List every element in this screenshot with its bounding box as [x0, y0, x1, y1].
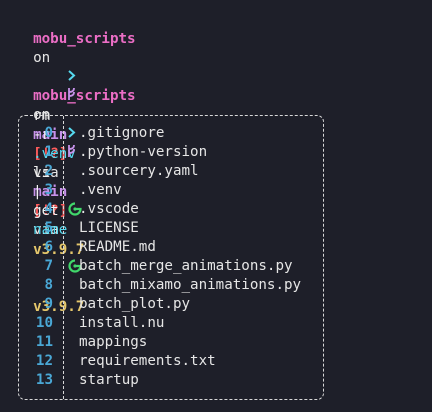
- table-row: 4 .vscode: [19, 200, 323, 219]
- table-row: 5 LICENSE: [19, 219, 323, 238]
- file-name: mappings: [79, 334, 148, 350]
- row-index: 10: [35, 315, 53, 331]
- row-index: 3: [44, 182, 53, 198]
- file-name: LICENSE: [79, 220, 139, 236]
- table-row: 7 batch_merge_animations.py: [19, 257, 323, 276]
- file-name: .gitignore: [79, 125, 165, 141]
- table-row: 12 requirements.txt: [19, 352, 323, 371]
- output-table: 0 .gitignore 1 .python-version 2 .sourcery.ya…: [18, 115, 324, 400]
- row-index: 0: [44, 125, 53, 141]
- file-name: .python-version: [79, 144, 208, 160]
- row-index: 9: [44, 296, 53, 312]
- table-row: 3 .venv: [19, 181, 323, 200]
- table-row: 13 startup: [19, 371, 323, 390]
- row-index: 12: [35, 353, 53, 369]
- table-row: 6 README.md: [19, 238, 323, 257]
- row-index: 2: [44, 163, 53, 179]
- table-row: 8 batch_mixamo_animations.py: [19, 276, 323, 295]
- row-index: 13: [35, 372, 53, 388]
- row-index: 1: [44, 144, 53, 160]
- file-name: install.nu: [79, 315, 165, 331]
- file-name: startup: [79, 372, 139, 388]
- table-row: 9 batch_plot.py: [19, 295, 323, 314]
- table-row: 11 mappings: [19, 333, 323, 352]
- row-index: 8: [44, 277, 53, 293]
- file-name: batch_merge_animations.py: [79, 258, 293, 274]
- row-index: 5: [44, 220, 53, 236]
- row-index: 4: [44, 201, 53, 217]
- file-name: batch_mixamo_animations.py: [79, 277, 302, 293]
- file-name: .vscode: [79, 201, 139, 217]
- file-name: requirements.txt: [79, 353, 216, 369]
- table-row: 10 install.nu: [19, 314, 323, 333]
- row-index: 11: [35, 334, 53, 350]
- file-name: .sourcery.yaml: [79, 163, 199, 179]
- file-name: batch_plot.py: [79, 296, 191, 312]
- prompt-line-2: mobu_scripts on main [!?] via v3.9.7: [16, 68, 136, 315]
- file-name: .venv: [79, 182, 122, 198]
- row-index: 7: [44, 258, 53, 274]
- row-index: 6: [44, 239, 53, 255]
- command-line-1: rm -r .venv: [16, 31, 77, 162]
- table-row: 0 .gitignore: [19, 124, 323, 143]
- table-row: 1 .python-version: [19, 143, 323, 162]
- prompt-line-1: mobu_scripts on main [!?] via v3.9.7: [16, 11, 136, 258]
- table-row: 2 .sourcery.yaml: [19, 162, 323, 181]
- command-line-2: ls | get name: [16, 88, 77, 238]
- file-name: README.md: [79, 239, 156, 255]
